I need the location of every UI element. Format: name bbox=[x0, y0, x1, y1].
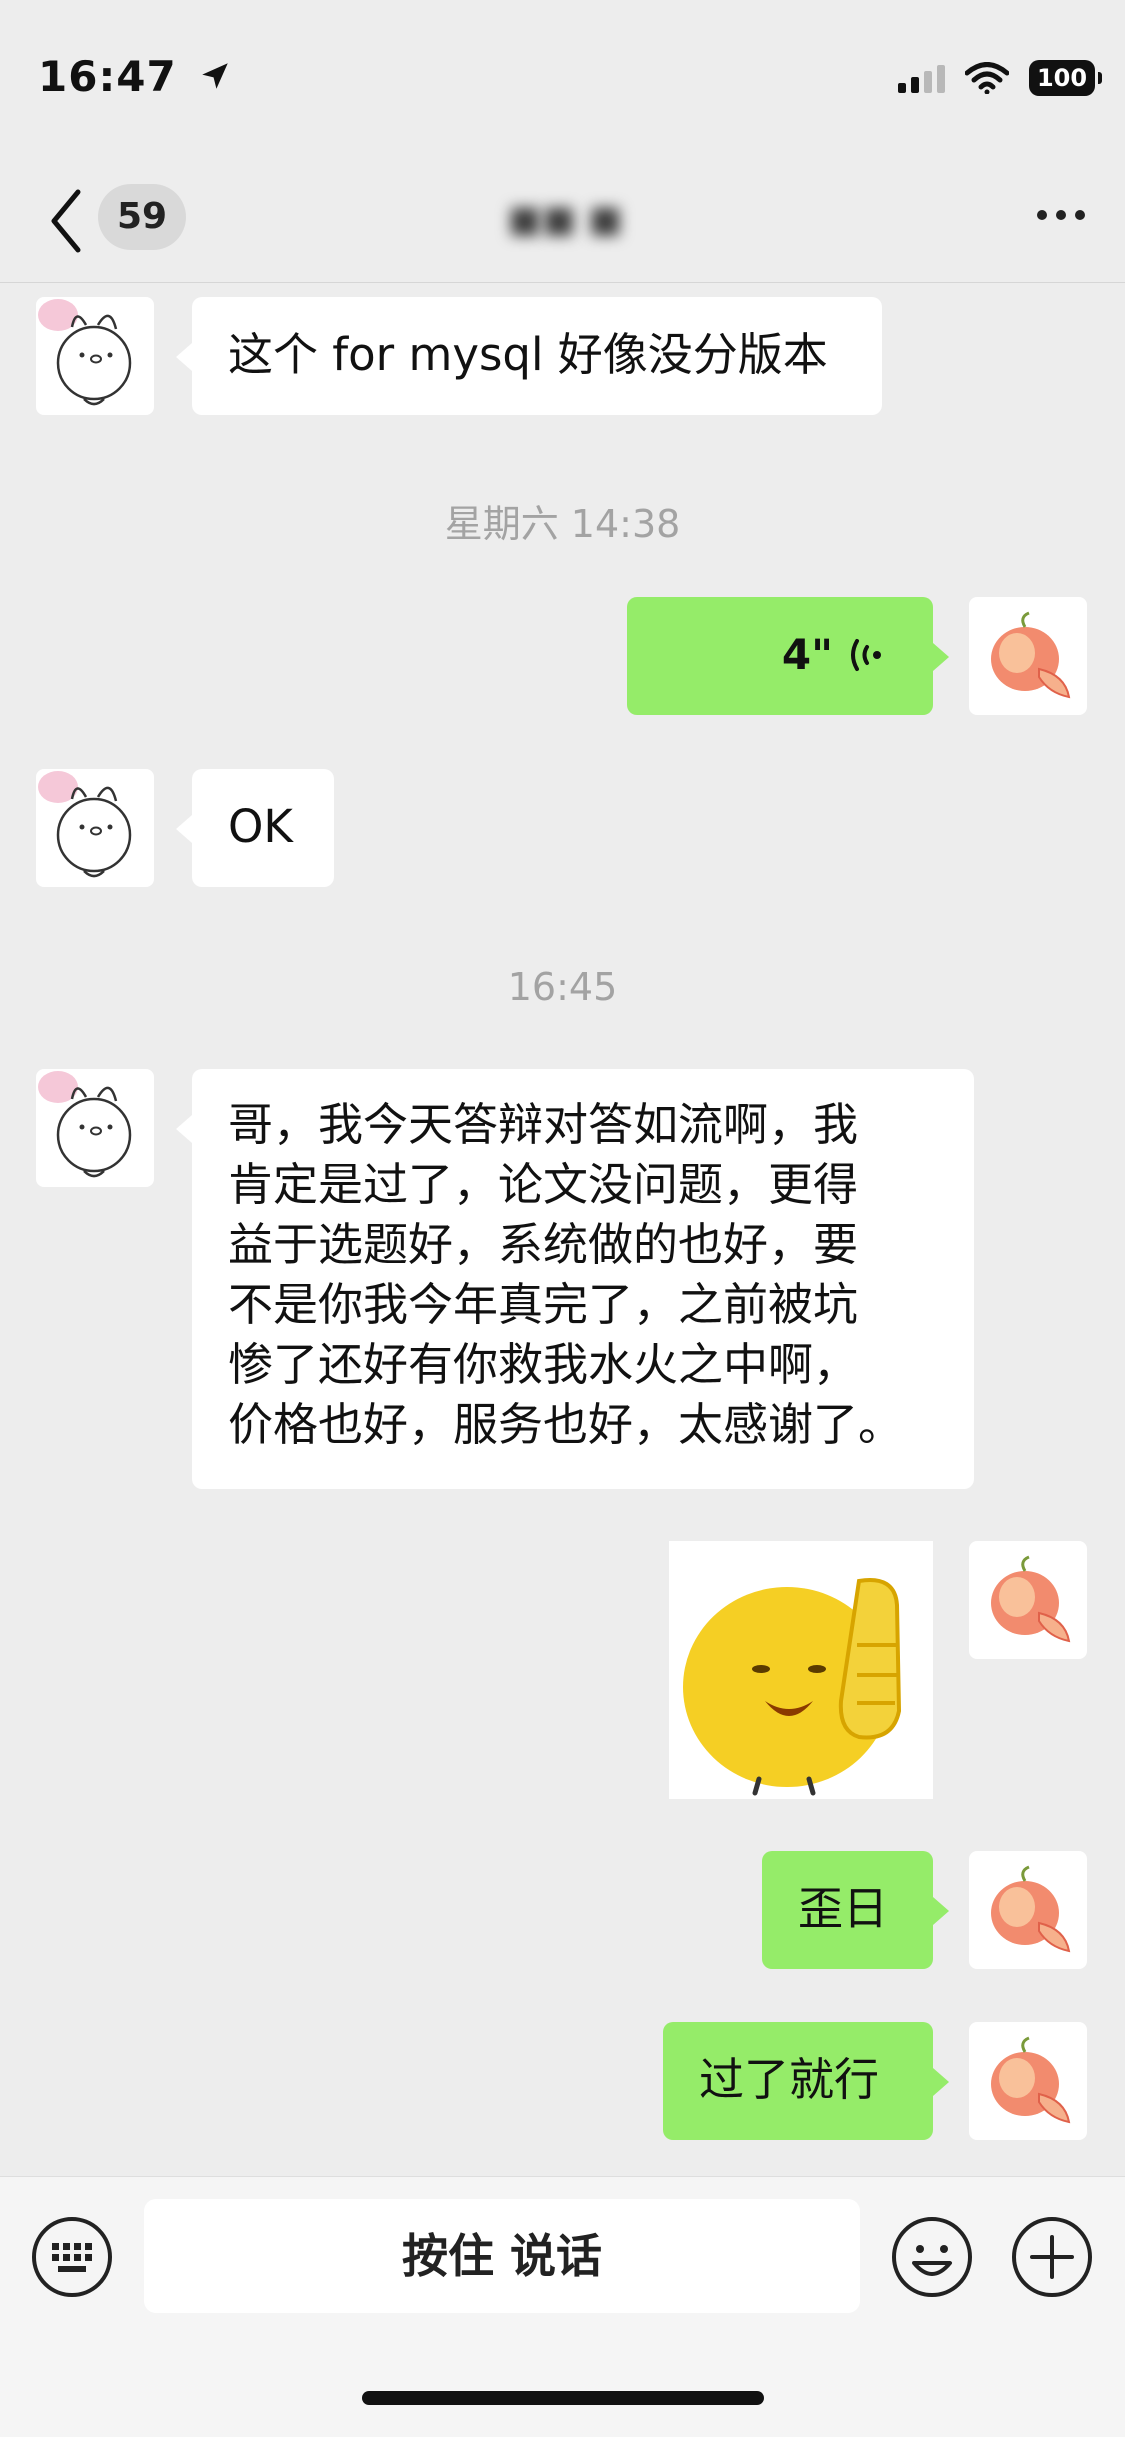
status-time-text: 16:47 bbox=[38, 52, 177, 101]
status-time: 16:47 bbox=[38, 52, 232, 101]
peach-avatar-icon bbox=[991, 1555, 1071, 1643]
plus-icon[interactable] bbox=[1010, 2215, 1094, 2299]
location-arrow-icon bbox=[202, 63, 229, 89]
cartoon-bunny-avatar-icon bbox=[38, 1071, 132, 1178]
contact-avatar[interactable] bbox=[36, 297, 154, 415]
voice-duration: 4" bbox=[781, 630, 833, 679]
message-list[interactable]: 这个 for mysql 好像没分版本 星期六 14:38 4" OK 16:4… bbox=[0, 283, 1125, 2175]
voice-message-bubble[interactable]: 4" bbox=[627, 597, 949, 715]
peach-avatar-icon bbox=[991, 2036, 1071, 2124]
thumbs-up-sticker[interactable] bbox=[669, 1541, 933, 1799]
message-bubble-sent[interactable]: 过了就行 bbox=[663, 2022, 949, 2140]
my-avatar[interactable] bbox=[969, 1851, 1087, 1969]
message-timestamp: 16:45 bbox=[507, 965, 618, 1009]
thumbs-up-emoji-icon bbox=[683, 1578, 902, 1796]
home-indicator bbox=[362, 2391, 764, 2405]
cartoon-bunny-avatar-icon bbox=[38, 771, 132, 878]
voice-wave-icon bbox=[851, 639, 881, 671]
hold-to-talk-button[interactable]: 按住 说话 bbox=[144, 2199, 860, 2313]
chat-header: 59 ■■ ■ bbox=[0, 160, 1125, 283]
my-avatar[interactable] bbox=[969, 597, 1087, 715]
message-bubble-received[interactable]: 哥，我今天答辩对答如流啊，我 肯定是过了，论文没问题，更得 益于选题好，系统做的… bbox=[176, 1069, 974, 1489]
peach-avatar-icon bbox=[991, 1865, 1071, 1953]
contact-avatar[interactable] bbox=[36, 1069, 154, 1187]
status-bar: 16:47 100 bbox=[0, 0, 1125, 160]
my-avatar[interactable] bbox=[969, 2022, 1087, 2140]
message-timestamp: 星期六 14:38 bbox=[444, 502, 681, 546]
cartoon-bunny-avatar-icon bbox=[38, 299, 132, 406]
more-icon[interactable] bbox=[1037, 210, 1085, 220]
battery-level: 100 bbox=[1036, 64, 1088, 92]
peach-avatar-icon bbox=[991, 611, 1071, 699]
message-bubble-received[interactable]: 这个 for mysql 好像没分版本 bbox=[176, 297, 882, 415]
unread-count-badge[interactable]: 59 bbox=[98, 184, 186, 250]
message-bubble-received[interactable]: OK bbox=[176, 769, 334, 887]
contact-avatar[interactable] bbox=[36, 769, 154, 887]
wifi-icon bbox=[965, 62, 1009, 94]
message-bubble-sent[interactable]: 歪日 bbox=[762, 1851, 949, 1969]
chat-title: ■■ ■ bbox=[507, 199, 623, 240]
back-chevron-icon[interactable] bbox=[46, 186, 86, 256]
my-avatar[interactable] bbox=[969, 1541, 1087, 1659]
keyboard-icon[interactable] bbox=[30, 2215, 114, 2299]
signal-icon bbox=[898, 63, 945, 93]
status-indicators: 100 bbox=[898, 60, 1102, 96]
battery-icon: 100 bbox=[1029, 60, 1102, 96]
emoji-icon[interactable] bbox=[890, 2215, 974, 2299]
